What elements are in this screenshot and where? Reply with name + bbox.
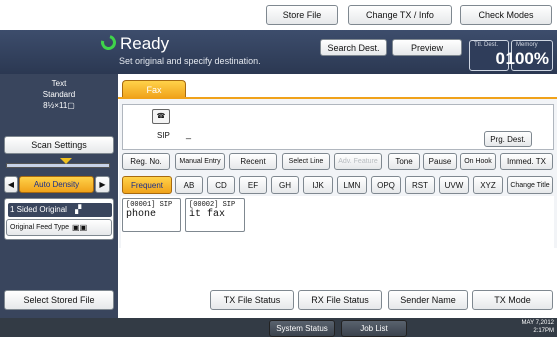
index-tab-ab[interactable]: AB bbox=[175, 176, 203, 194]
machine-status: Ready bbox=[120, 34, 170, 53]
check-modes-button[interactable]: Check Modes bbox=[460, 5, 552, 25]
top-bar: Store File Change TX / Info Check Modes bbox=[0, 0, 557, 30]
density-lighter-button[interactable]: ◀ bbox=[4, 176, 18, 193]
total-dest-value: 0 bbox=[495, 49, 505, 68]
density-darker-button[interactable]: ▶ bbox=[95, 176, 110, 193]
auto-density-button[interactable]: Auto Density bbox=[19, 176, 94, 193]
scan-settings-button[interactable]: Scan Settings bbox=[4, 136, 114, 154]
store-file-button[interactable]: Store File bbox=[266, 5, 338, 25]
status-message: Set original and specify destination. bbox=[119, 56, 261, 66]
feed-type-icon: ▣▣ bbox=[72, 223, 88, 232]
fax-line-icon: ☎ bbox=[152, 109, 170, 124]
destination-name: it fax bbox=[189, 209, 226, 220]
input-cursor: _ bbox=[186, 129, 192, 139]
time: 2:17PM bbox=[533, 328, 554, 334]
original-feed-type-label: Original Feed Type bbox=[10, 224, 70, 231]
destination-entry[interactable]: [00001] SIP phone bbox=[122, 198, 181, 232]
density-slider[interactable] bbox=[6, 163, 110, 168]
program-dest-button[interactable]: Prg. Dest. bbox=[484, 131, 532, 147]
job-list-button[interactable]: Job List bbox=[341, 320, 407, 337]
destination-name: phone bbox=[126, 209, 157, 220]
index-tab-cd[interactable]: CD bbox=[207, 176, 235, 194]
index-tab-ef[interactable]: EF bbox=[239, 176, 267, 194]
change-title-button[interactable]: Change Title bbox=[507, 176, 553, 194]
scan-type: Text bbox=[51, 79, 67, 88]
original-feed-type-button[interactable]: Original Feed Type ▣▣ bbox=[6, 219, 112, 236]
sender-name-button[interactable]: Sender Name bbox=[388, 290, 468, 310]
index-tab-lmn[interactable]: LMN bbox=[337, 176, 367, 194]
date-time: MAY 7,2012 2:17PM bbox=[496, 319, 554, 335]
tx-mode-button[interactable]: TX Mode bbox=[472, 290, 553, 310]
density-knob[interactable] bbox=[60, 158, 72, 164]
tab-fax[interactable]: Fax bbox=[122, 80, 186, 98]
immediate-tx-button[interactable]: Immed. TX bbox=[500, 153, 553, 170]
index-tab-ijk[interactable]: IJK bbox=[303, 176, 333, 194]
scan-settings-summary: Text Standard 8½×11▢ bbox=[0, 78, 118, 111]
index-tab-xyz[interactable]: XYZ bbox=[473, 176, 503, 194]
arrow-right-icon: ▶ bbox=[99, 180, 106, 189]
on-hook-button[interactable]: On Hook bbox=[460, 153, 496, 170]
manual-entry-button[interactable]: Manual Entry bbox=[175, 153, 225, 170]
select-stored-file-button[interactable]: Select Stored File bbox=[4, 290, 114, 310]
tx-file-status-button[interactable]: TX File Status bbox=[210, 290, 294, 310]
index-tab-rst[interactable]: RST bbox=[405, 176, 435, 194]
search-dest-button[interactable]: Search Dest. bbox=[320, 39, 387, 56]
scan-size: 8½×11▢ bbox=[43, 101, 75, 110]
arrow-left-icon: ◀ bbox=[7, 180, 15, 189]
line-label: SIP bbox=[157, 131, 170, 140]
page-icon: ▞ bbox=[75, 205, 82, 214]
reg-no-button[interactable]: Reg. No. bbox=[122, 153, 170, 170]
index-tab-opq[interactable]: OPQ bbox=[371, 176, 401, 194]
index-tab-uvw[interactable]: UVW bbox=[439, 176, 469, 194]
memory-counter: Memory 100% bbox=[506, 40, 553, 71]
sided-original-label: 1 Sided Original bbox=[10, 205, 67, 214]
sided-original-button[interactable]: 1 Sided Original ▞ bbox=[8, 203, 112, 217]
preview-button[interactable]: Preview bbox=[392, 39, 462, 56]
total-destinations-counter: Ttl. Dest. 0 bbox=[469, 40, 509, 71]
destination-entry[interactable]: [00002] SIP it fax bbox=[185, 198, 245, 232]
index-tab-frequent[interactable]: Frequent bbox=[122, 176, 172, 194]
system-status-button[interactable]: System Status bbox=[269, 320, 335, 337]
recent-button[interactable]: Recent bbox=[229, 153, 277, 170]
change-tx-info-button[interactable]: Change TX / Info bbox=[348, 5, 452, 25]
memory-label: Memory bbox=[516, 42, 538, 48]
pause-button[interactable]: Pause bbox=[423, 153, 457, 170]
date: MAY 7,2012 bbox=[521, 320, 554, 326]
rx-file-status-button[interactable]: RX File Status bbox=[298, 290, 382, 310]
scan-resolution: Standard bbox=[42, 90, 76, 99]
tone-button[interactable]: Tone bbox=[388, 153, 420, 170]
adv-feature-button[interactable]: Adv. Feature bbox=[334, 153, 382, 170]
memory-value: 100% bbox=[505, 49, 549, 68]
select-line-button[interactable]: Select Line bbox=[282, 153, 330, 170]
total-dest-label: Ttl. Dest. bbox=[474, 42, 499, 48]
index-tab-gh[interactable]: GH bbox=[271, 176, 299, 194]
